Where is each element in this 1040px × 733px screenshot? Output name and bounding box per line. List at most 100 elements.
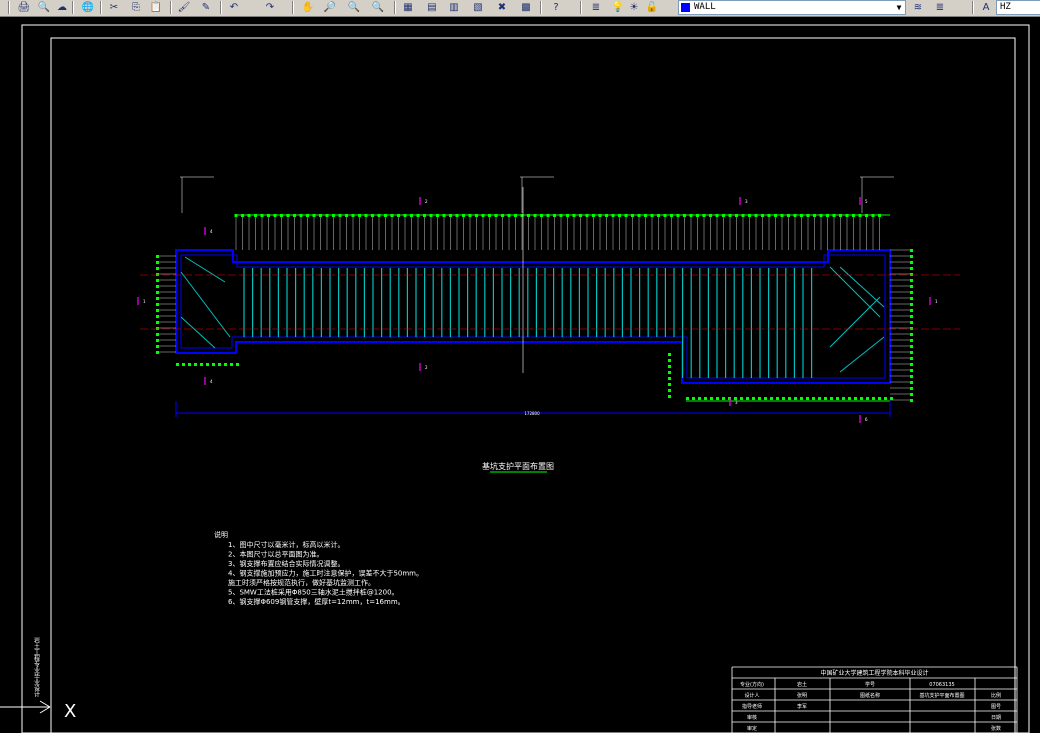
excavation-plan[interactable]: 42 3 542361 1 [137, 176, 960, 423]
pile [910, 309, 913, 312]
chevron-down-icon[interactable]: ▼ [894, 1, 904, 14]
pile [156, 297, 159, 300]
design-notes: 1、图中尺寸以毫米计，标高以米计。2、本图尺寸以总平面图为准。3、钢支撑布置应结… [228, 540, 423, 606]
pile [758, 397, 761, 400]
section-marker-label: 2 [425, 199, 428, 204]
tool-palettes-icon[interactable]: ▥ [446, 0, 462, 14]
corner-brace [184, 256, 226, 283]
title-block-text: 比例 [991, 692, 1001, 699]
pile [746, 397, 749, 400]
bulb-icon[interactable]: 💡 [610, 0, 626, 14]
pile [224, 363, 227, 366]
match-properties-icon[interactable]: 🖌 [176, 0, 192, 14]
layer-dropdown[interactable]: WALL ▼ [678, 0, 906, 15]
title-block-text: 岩土 [797, 681, 807, 688]
pile [156, 309, 159, 312]
layer-name: WALL [694, 2, 716, 12]
paste-icon[interactable]: 📋 [148, 0, 164, 14]
pile [824, 397, 827, 400]
pile [156, 315, 159, 318]
plot-icon[interactable]: 🖨 [16, 0, 32, 14]
pile [218, 363, 221, 366]
drawing-canvas[interactable]: 4235423611 基坑支护平面布置图 172800 说明 1、图中尺寸以毫米… [0, 17, 1040, 733]
pile [156, 333, 159, 336]
section-marker-label: 2 [425, 365, 428, 370]
undo-icon[interactable]: ↶ [226, 0, 242, 14]
text-style-dropdown[interactable]: HZ [996, 0, 1040, 15]
pile [848, 397, 851, 400]
pile [752, 397, 755, 400]
toolbar-separator [580, 1, 582, 14]
calculator-icon[interactable]: ▩ [518, 0, 534, 14]
pile [200, 363, 203, 366]
pile [704, 397, 707, 400]
pile [872, 397, 875, 400]
pile [156, 339, 159, 342]
block-editor-icon[interactable]: ✎ [198, 0, 214, 14]
pile [668, 377, 671, 380]
properties-icon[interactable]: ▦ [400, 0, 416, 14]
section-marker-label: 3 [745, 199, 748, 204]
pile [910, 387, 913, 390]
design-center-icon[interactable]: ▤ [424, 0, 440, 14]
sheet-set-icon[interactable]: ▧ [470, 0, 486, 14]
pile [830, 397, 833, 400]
pile [910, 333, 913, 336]
pile [668, 383, 671, 386]
pile [782, 397, 785, 400]
pile [910, 267, 913, 270]
pile [156, 327, 159, 330]
overall-dimension-text: 172800 [524, 411, 540, 416]
pile [910, 315, 913, 318]
layer-manager-icon[interactable]: ≣ [588, 0, 604, 14]
pile [176, 363, 179, 366]
zoom-realtime-icon[interactable]: 🔎 [322, 0, 338, 14]
pile [788, 397, 791, 400]
text-style-name: HZ [1000, 2, 1011, 12]
plot-preview-icon[interactable]: 🔍 [36, 0, 52, 14]
web-icon[interactable]: 🌐 [80, 0, 96, 14]
toolbar-separator [170, 1, 172, 14]
pile [866, 397, 869, 400]
toolbar-separator [72, 1, 74, 14]
copy-icon[interactable]: ⎘ [128, 0, 144, 14]
pile [236, 363, 239, 366]
lock-icon[interactable]: 🔓 [644, 0, 660, 14]
corner-brace [829, 296, 881, 348]
redo-icon[interactable]: ↷ [262, 0, 278, 14]
title-block-text: 图号 [991, 704, 1001, 710]
pile [722, 397, 725, 400]
layer-states-icon[interactable]: ≣ [932, 0, 948, 14]
publish-icon[interactable]: ☁ [54, 0, 70, 14]
zoom-previous-icon[interactable]: 🔍 [370, 0, 386, 14]
pile [910, 375, 913, 378]
pile [740, 397, 743, 400]
markup-icon[interactable]: ✖ [494, 0, 510, 14]
text-style-icon[interactable]: A [978, 0, 994, 14]
help-icon[interactable]: ? [548, 0, 564, 14]
pile [230, 363, 233, 366]
pile [910, 351, 913, 354]
pile [212, 363, 215, 366]
layer-previous-icon[interactable]: ≋ [910, 0, 926, 14]
toolbar-separator [972, 1, 974, 14]
pile [156, 255, 159, 258]
pile [884, 397, 887, 400]
pile [668, 359, 671, 362]
pile [156, 291, 159, 294]
sun-icon[interactable]: ☀ [626, 0, 642, 14]
note-line: 3、钢支撑布置应结合实际情况调整。 [228, 559, 344, 568]
pile [156, 261, 159, 264]
title-block-text: 日期 [991, 715, 1001, 721]
section-marker-label: 1 [935, 299, 938, 304]
toolbar-separator [540, 1, 542, 14]
pile [910, 291, 913, 294]
title-block-text: 基坑支护平面布置图 [919, 692, 964, 699]
pan-icon[interactable]: ✋ [300, 0, 316, 14]
notes-title: 说明 [214, 530, 228, 539]
pile [776, 397, 779, 400]
pile [878, 397, 881, 400]
zoom-window-icon[interactable]: 🔍 [346, 0, 362, 14]
pile [812, 397, 815, 400]
cut-icon[interactable]: ✂ [106, 0, 122, 14]
